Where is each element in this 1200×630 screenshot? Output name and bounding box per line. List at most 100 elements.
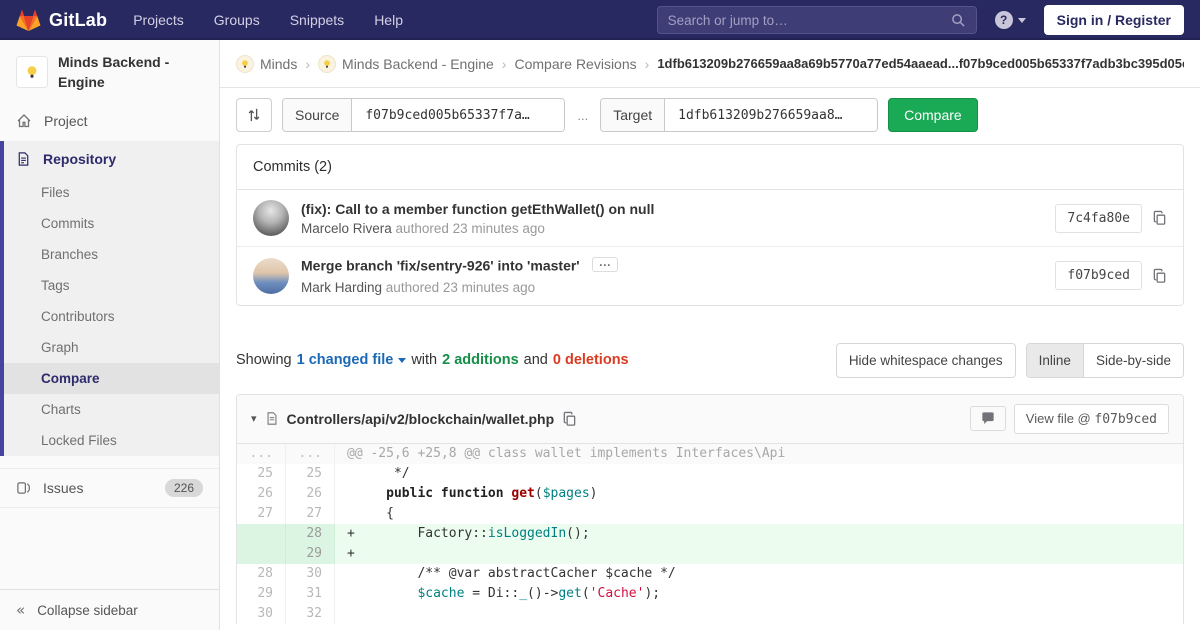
line-number-old[interactable]: ... (237, 443, 286, 464)
sidebar-item-repository[interactable]: Repository (4, 141, 219, 177)
nav-menu: Projects Groups Snippets Help (133, 12, 403, 28)
nav-item-snippets[interactable]: Snippets (290, 12, 344, 28)
copy-sha-button[interactable] (1152, 268, 1167, 284)
file-path-link[interactable]: Controllers/api/v2/blockchain/wallet.php (287, 411, 555, 427)
commits-panel: Commits (2) (fix): Call to a member func… (236, 144, 1184, 306)
project-header[interactable]: Minds Backend - Engine (0, 40, 219, 103)
sidebar-item-issues[interactable]: Issues 226 (0, 467, 219, 508)
group-avatar (236, 54, 254, 73)
sign-in-button[interactable]: Sign in / Register (1043, 5, 1184, 35)
breadcrumb-item-project[interactable]: Minds Backend - Engine (318, 54, 494, 73)
sidebar-item-project[interactable]: Project (0, 103, 219, 139)
inline-view-button[interactable]: Inline (1026, 343, 1083, 377)
line-number-new[interactable]: ... (286, 443, 335, 464)
search-icon[interactable] (951, 13, 966, 28)
line-number-old[interactable] (237, 523, 286, 544)
line-number-new[interactable]: 27 (286, 503, 335, 524)
commit-title-link[interactable]: Merge branch 'fix/sentry-926' into 'mast… (301, 258, 580, 274)
commit-row: Merge branch 'fix/sentry-926' into 'mast… (237, 246, 1183, 305)
diff-table: ...... @@ -25,6 +25,8 @@ class wallet imp… (237, 443, 1183, 624)
code-line: */ (347, 465, 410, 481)
line-number-old[interactable]: 29 (237, 583, 286, 604)
document-icon (18, 151, 29, 166)
sidebar-item-graph[interactable]: Graph (4, 332, 219, 363)
line-number-new[interactable]: 28 (286, 523, 335, 544)
diff-line-row: 25 25 */ (237, 463, 1183, 484)
search-box[interactable] (656, 6, 977, 34)
commit-author-link[interactable]: Marcelo Rivera (301, 221, 392, 236)
sidebar-item-files[interactable]: Files (4, 177, 219, 208)
breadcrumb-current-revisions: 1dfb613209b276659aa8a69b5770a77ed54aaead… (657, 56, 1184, 71)
commit-title-link[interactable]: (fix): Call to a member function getEthW… (301, 201, 654, 217)
sidebar-item-locked-files[interactable]: Locked Files (4, 425, 219, 456)
line-number-old[interactable]: 28 (237, 563, 286, 584)
sidebar-item-compare[interactable]: Compare (4, 362, 219, 394)
diff-view-toggle: Inline Side-by-side (1025, 342, 1184, 378)
collapse-label: Collapse sidebar (37, 602, 138, 618)
collapse-sidebar-button[interactable]: « Collapse sidebar (0, 589, 219, 630)
gitlab-logo[interactable]: GitLab (16, 8, 107, 32)
compare-button[interactable]: Compare (888, 98, 978, 132)
line-number-old[interactable]: 30 (237, 603, 286, 624)
commit-author-link[interactable]: Mark Harding (301, 280, 382, 295)
view-file-button[interactable]: View file @ f07b9ced (1013, 403, 1169, 434)
diff-line-row: 28 30 /** @var abstractCacher $cache */ (237, 563, 1183, 584)
search-input[interactable] (667, 12, 951, 28)
nav-item-groups[interactable]: Groups (214, 12, 260, 28)
project-avatar (16, 56, 48, 89)
breadcrumb-item-minds[interactable]: Minds (236, 54, 297, 73)
breadcrumb-item-compare-revisions[interactable]: Compare Revisions (514, 56, 636, 72)
caret-down-icon (398, 357, 407, 363)
diff-file-header: ▾ Controllers/api/v2/blockchain/wallet.p… (237, 394, 1183, 444)
brand-wordmark: GitLab (49, 9, 108, 30)
diff-hunk-row: ...... @@ -25,6 +25,8 @@ class wallet imp… (237, 443, 1183, 464)
line-number-new[interactable]: 32 (286, 603, 335, 624)
compare-form: Source ... Target Compare (236, 98, 1184, 132)
breadcrumb-separator: › (644, 55, 650, 72)
diff-line-row: 26 26 public function get($pages) (237, 483, 1183, 504)
line-number-old[interactable]: 26 (237, 483, 286, 504)
copy-icon (1153, 210, 1166, 225)
target-revision-input[interactable] (665, 99, 878, 131)
help-menu[interactable]: ? (994, 11, 1026, 29)
collapse-file-caret[interactable]: ▾ (251, 412, 257, 425)
sidebar-item-label: Issues (43, 479, 84, 496)
copy-file-path-button[interactable] (562, 411, 577, 427)
line-number-new[interactable]: 29 (286, 543, 335, 564)
nav-item-projects[interactable]: Projects (133, 12, 184, 28)
sidebar-item-label: Repository (43, 150, 117, 167)
swap-revisions-button[interactable] (236, 98, 272, 132)
sidebar-item-commits[interactable]: Commits (4, 208, 219, 239)
sidebar-item-contributors[interactable]: Contributors (4, 301, 219, 332)
changed-files-dropdown[interactable]: 1 changed file (297, 352, 407, 368)
line-number-new[interactable]: 25 (286, 463, 335, 484)
source-revision-group: Source (282, 98, 566, 132)
line-number-new[interactable]: 31 (286, 583, 335, 604)
author-avatar[interactable] (253, 200, 289, 236)
commit-sha-link[interactable]: f07b9ced (1055, 261, 1142, 291)
commits-header: Commits (2) (237, 145, 1183, 190)
lightbulb-icon (242, 59, 248, 68)
sidebar-item-branches[interactable]: Branches (4, 239, 219, 270)
help-icon[interactable]: ? (994, 11, 1013, 29)
line-number-new[interactable]: 26 (286, 483, 335, 504)
nav-item-help[interactable]: Help (374, 12, 403, 28)
commit-sha-link[interactable]: 7c4fa80e (1055, 203, 1142, 233)
line-number-old[interactable]: 25 (237, 463, 286, 484)
issues-count-badge: 226 (164, 478, 203, 497)
commit-description-expander[interactable]: ··· (592, 257, 619, 272)
copy-sha-button[interactable] (1152, 210, 1167, 226)
hide-whitespace-button[interactable]: Hide whitespace changes (835, 342, 1016, 378)
sidebar-item-charts[interactable]: Charts (4, 394, 219, 425)
issues-icon (17, 481, 31, 494)
source-revision-input[interactable] (352, 99, 565, 131)
toggle-comments-button[interactable] (969, 406, 1006, 431)
author-avatar[interactable] (253, 257, 289, 294)
line-number-old[interactable]: 27 (237, 503, 286, 524)
line-number-old[interactable] (237, 543, 286, 564)
side-by-side-view-button[interactable]: Side-by-side (1082, 343, 1183, 377)
line-number-new[interactable]: 30 (286, 563, 335, 584)
view-file-sha: f07b9ced (1094, 411, 1157, 427)
sidebar-item-tags[interactable]: Tags (4, 270, 219, 301)
diff-file-panel: ▾ Controllers/api/v2/blockchain/wallet.p… (236, 393, 1184, 624)
